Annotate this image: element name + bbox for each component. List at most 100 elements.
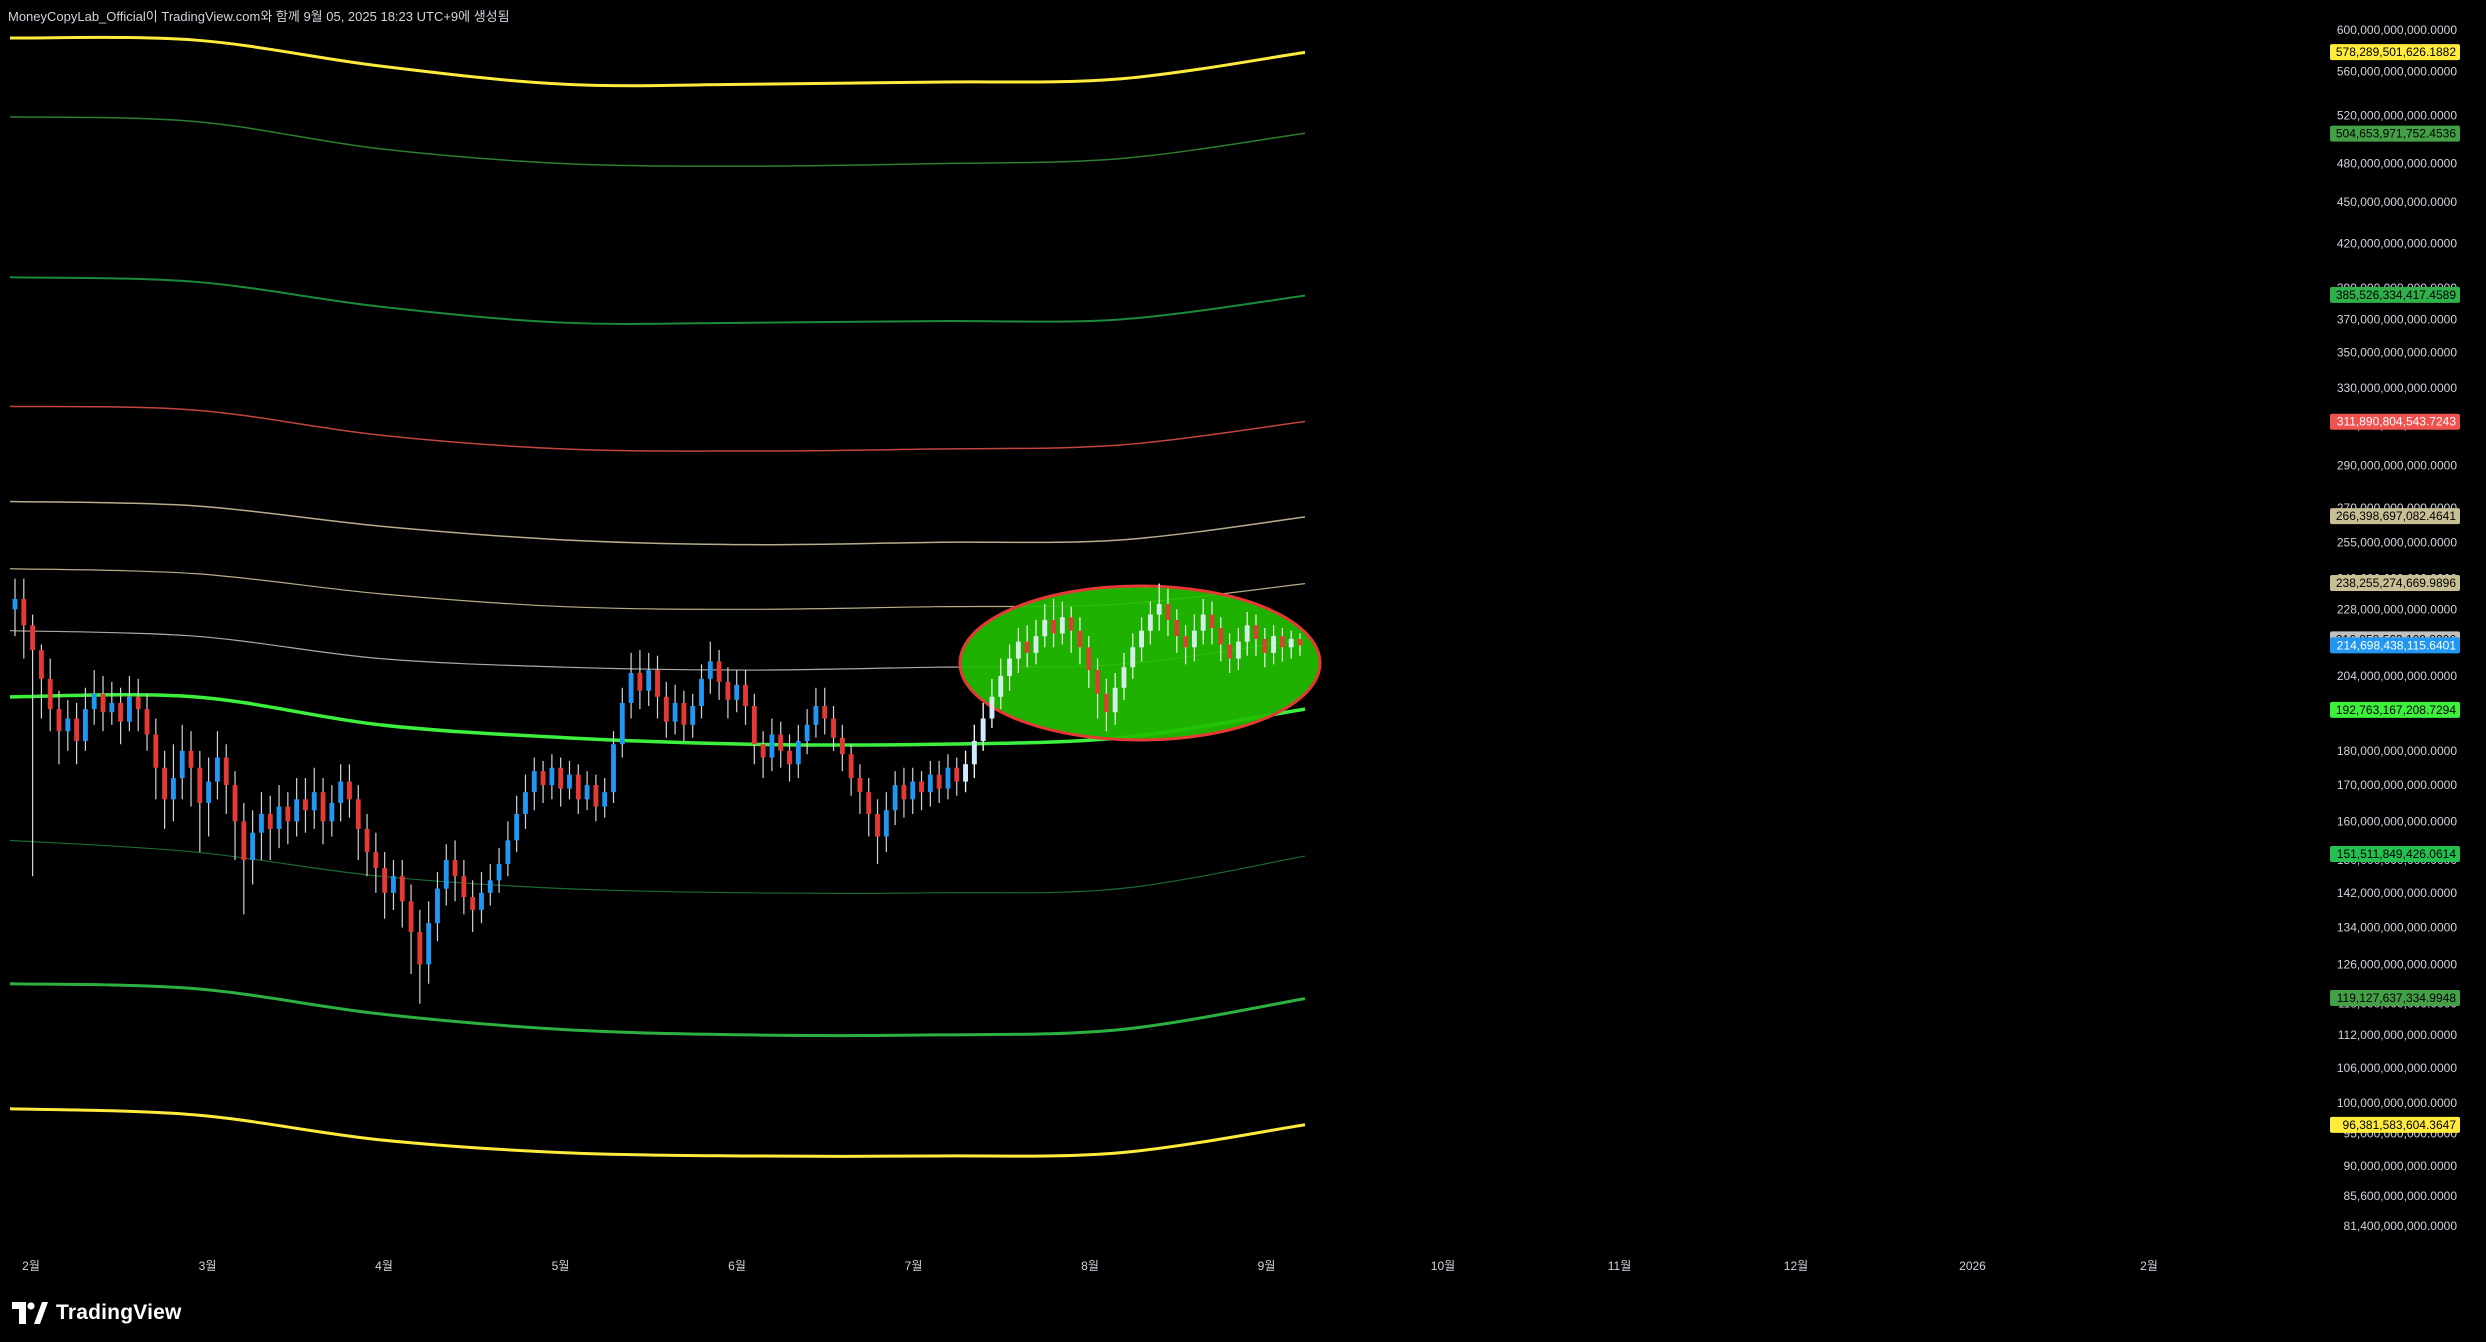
candle[interactable]: [901, 767, 907, 818]
candle[interactable]: [470, 880, 476, 933]
candle[interactable]: [514, 795, 520, 853]
candle[interactable]: [285, 792, 291, 845]
candle[interactable]: [892, 771, 898, 826]
candle[interactable]: [848, 744, 854, 796]
candle[interactable]: [487, 864, 493, 906]
candle[interactable]: [276, 785, 282, 849]
candle[interactable]: [919, 771, 924, 811]
candle[interactable]: [637, 650, 643, 710]
candle[interactable]: [734, 670, 740, 713]
candle[interactable]: [338, 764, 344, 822]
candle[interactable]: [215, 731, 220, 800]
price-chart[interactable]: 600,000,000,000.0000 560,000,000,000.0000…: [0, 0, 2486, 1281]
candle[interactable]: [839, 724, 845, 772]
candle[interactable]: [197, 750, 203, 853]
candle[interactable]: [954, 757, 960, 796]
candle[interactable]: [91, 670, 97, 725]
candle[interactable]: [690, 693, 696, 738]
candle[interactable]: [769, 718, 775, 772]
candle[interactable]: [82, 687, 88, 751]
candle[interactable]: [787, 734, 792, 782]
candle[interactable]: [531, 757, 537, 811]
candle[interactable]: [179, 724, 185, 800]
candle[interactable]: [496, 848, 502, 893]
candle[interactable]: [910, 767, 916, 814]
candle[interactable]: [725, 667, 731, 719]
candle[interactable]: [347, 764, 352, 818]
candle[interactable]: [294, 778, 300, 837]
candle[interactable]: [250, 810, 256, 885]
candle[interactable]: [391, 860, 396, 910]
time-axis[interactable]: 2월 3월 4월 5월 6월 7월 8월 9월 10월 11월 12월 2026 2월: [22, 1259, 2158, 1273]
candle[interactable]: [56, 690, 62, 765]
candle[interactable]: [593, 774, 599, 822]
candle[interactable]: [232, 771, 238, 861]
candle[interactable]: [795, 724, 801, 779]
candle[interactable]: [936, 760, 942, 803]
candle[interactable]: [505, 821, 511, 877]
plot-area[interactable]: [9, 35, 1322, 1158]
candle[interactable]: [707, 641, 713, 694]
candle[interactable]: [162, 750, 168, 829]
candle[interactable]: [223, 744, 229, 814]
candle[interactable]: [813, 687, 819, 738]
candle[interactable]: [109, 681, 115, 725]
candle[interactable]: [329, 785, 335, 837]
candle[interactable]: [267, 795, 273, 861]
candle[interactable]: [778, 721, 784, 768]
candle[interactable]: [303, 778, 308, 833]
candle[interactable]: [100, 675, 106, 732]
candle[interactable]: [206, 757, 212, 837]
candle[interactable]: [320, 778, 326, 845]
candle[interactable]: [144, 693, 150, 751]
candle[interactable]: [927, 760, 933, 807]
candle[interactable]: [241, 802, 247, 915]
price-axis[interactable]: 600,000,000,000.0000 560,000,000,000.0000…: [2337, 23, 2457, 1233]
candle[interactable]: [259, 792, 264, 861]
candle[interactable]: [355, 785, 361, 861]
candle[interactable]: [21, 578, 27, 659]
candle[interactable]: [945, 754, 951, 800]
candle[interactable]: [743, 670, 748, 725]
candle[interactable]: [126, 675, 132, 732]
candle[interactable]: [452, 840, 458, 902]
candle[interactable]: [611, 731, 616, 803]
candle[interactable]: [883, 792, 889, 853]
candle[interactable]: [875, 799, 880, 865]
candle[interactable]: [540, 760, 546, 803]
candle[interactable]: [47, 658, 53, 732]
tradingview-logo[interactable]: TradingView: [12, 1301, 182, 1325]
candle[interactable]: [65, 699, 71, 751]
candle[interactable]: [655, 655, 660, 719]
candle[interactable]: [188, 731, 194, 807]
candle[interactable]: [699, 664, 704, 719]
candle[interactable]: [523, 774, 528, 829]
candle[interactable]: [153, 718, 159, 800]
candle[interactable]: [311, 767, 317, 829]
candle[interactable]: [602, 778, 608, 818]
candle[interactable]: [672, 684, 678, 735]
candle[interactable]: [382, 852, 388, 919]
candle[interactable]: [417, 909, 423, 1004]
candle[interactable]: [857, 764, 863, 814]
candle[interactable]: [171, 744, 176, 822]
candle[interactable]: [663, 681, 669, 738]
candle[interactable]: [443, 844, 449, 906]
candle[interactable]: [426, 901, 432, 984]
candle[interactable]: [549, 754, 555, 800]
candle[interactable]: [716, 650, 722, 700]
candle[interactable]: [760, 731, 766, 779]
candle[interactable]: [567, 760, 572, 800]
candle[interactable]: [822, 687, 828, 735]
candle[interactable]: [646, 652, 652, 707]
candle[interactable]: [575, 764, 581, 814]
candle[interactable]: [619, 687, 625, 758]
candle[interactable]: [12, 578, 18, 637]
candle[interactable]: [584, 771, 590, 811]
candle[interactable]: [751, 693, 757, 765]
candle[interactable]: [30, 614, 36, 877]
candle[interactable]: [74, 702, 80, 765]
candle[interactable]: [461, 860, 467, 915]
candle[interactable]: [373, 832, 379, 893]
candle[interactable]: [399, 860, 405, 928]
